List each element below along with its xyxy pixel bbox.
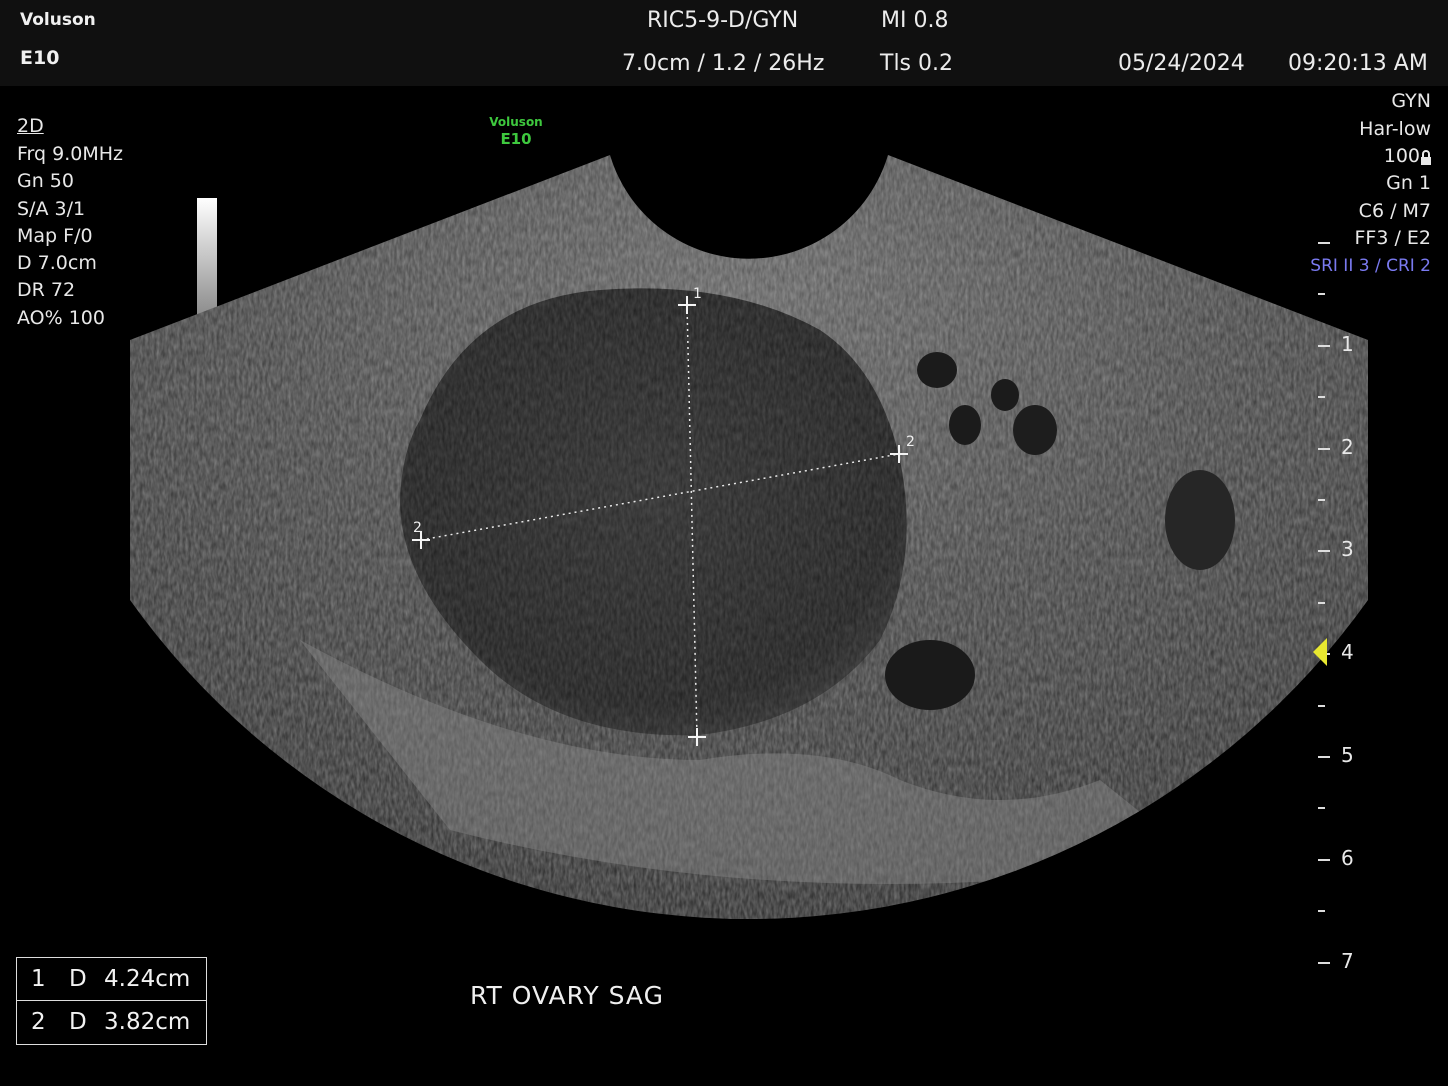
depth-tick: [1318, 345, 1330, 347]
depth-label: 1: [1341, 332, 1354, 356]
depth-tick: [1318, 807, 1325, 809]
depth-tick: [1318, 910, 1325, 912]
measurement-type: D: [69, 966, 87, 992]
depth-label: 6: [1341, 846, 1354, 870]
depth-label: 2: [1341, 435, 1354, 459]
depth-tick: [1318, 550, 1330, 552]
measurement-index: 2: [31, 1009, 46, 1035]
follicle: [917, 352, 957, 388]
caliper-label-2a: 2: [413, 520, 422, 536]
depth-tick: [1318, 705, 1325, 707]
measurement-row: 2 D 3.82cm: [17, 1001, 206, 1043]
depth-tick: [1318, 859, 1330, 861]
focus-marker-icon[interactable]: [1313, 638, 1327, 666]
follicle: [949, 405, 981, 445]
measurement-value: 4.24cm: [104, 966, 191, 992]
depth-label: 5: [1341, 743, 1354, 767]
measurement-row: 1 D 4.24cm: [17, 958, 206, 1001]
depth-tick: [1318, 448, 1330, 450]
measurement-table: 1 D 4.24cm 2 D 3.82cm: [16, 957, 207, 1045]
measurement-index: 1: [31, 966, 46, 992]
measurement-value: 3.82cm: [104, 1009, 191, 1035]
depth-tick: [1318, 499, 1325, 501]
caliper-label-1a: 1: [693, 286, 702, 302]
follicle: [885, 640, 975, 710]
caliper-label-2b: 2: [906, 434, 915, 450]
depth-tick: [1318, 242, 1330, 244]
depth-tick: [1318, 962, 1330, 964]
depth-tick: [1318, 602, 1325, 604]
depth-label: 3: [1341, 537, 1354, 561]
ultrasound-image: 1 2 2: [130, 155, 1368, 920]
follicle: [1013, 405, 1057, 455]
follicle: [991, 379, 1019, 411]
depth-label: 4: [1341, 640, 1354, 664]
depth-tick: [1318, 756, 1330, 758]
depth-tick: [1318, 293, 1325, 295]
depth-tick: [1318, 396, 1325, 398]
annotation-text: RT OVARY SAG: [470, 981, 664, 1010]
depth-label: 7: [1341, 949, 1354, 973]
measurement-type: D: [69, 1009, 87, 1035]
